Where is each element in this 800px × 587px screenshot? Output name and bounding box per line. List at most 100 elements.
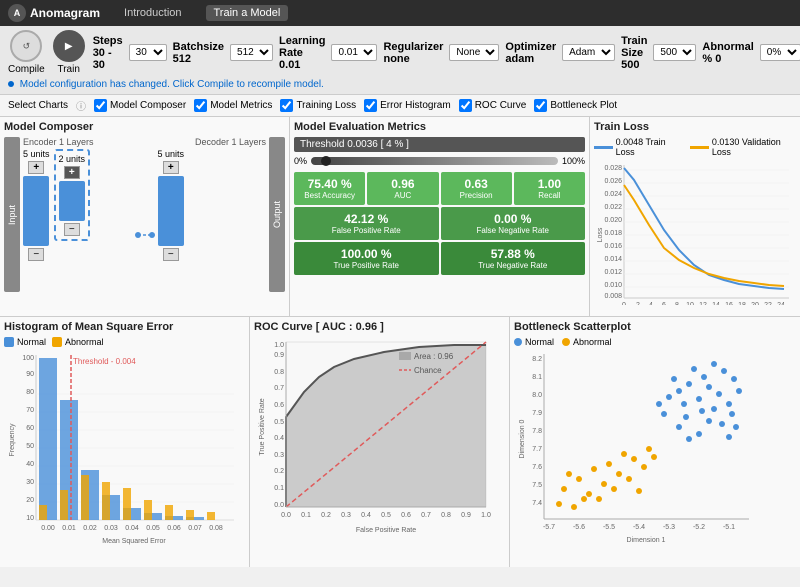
- train-button[interactable]: ▶: [53, 30, 85, 62]
- select-charts-label: Select Charts: [8, 100, 68, 111]
- controls-bar: ↺ Compile ▶ Train Steps 30 - 30 30 Batch…: [0, 26, 800, 95]
- fpr-label: False Positive Rate: [296, 226, 437, 235]
- svg-text:0.016: 0.016: [604, 243, 622, 250]
- decoder-remove-btn[interactable]: −: [163, 248, 179, 261]
- compile-button[interactable]: ↺: [10, 30, 42, 62]
- precision-label: Precision: [443, 191, 510, 200]
- layer2-remove-btn[interactable]: −: [64, 223, 80, 236]
- svg-text:100: 100: [22, 355, 34, 362]
- svg-text:24: 24: [777, 302, 785, 305]
- train-label: Train: [57, 64, 79, 75]
- svg-text:True Positive Rate: True Positive Rate: [259, 398, 266, 455]
- train-size-select[interactable]: 500: [653, 44, 696, 61]
- svg-text:0.2: 0.2: [274, 468, 284, 475]
- svg-text:0.02: 0.02: [83, 525, 97, 532]
- svg-text:70: 70: [26, 407, 34, 414]
- train-loss-title: Train Loss: [594, 121, 796, 133]
- input-label: Input: [4, 137, 20, 292]
- train-loss-chart: 0.028 0.026 0.024 0.022 0.020 0.018 0.01…: [594, 160, 789, 305]
- compile-btn-area: ↺ Compile: [8, 30, 45, 75]
- reg-select[interactable]: None: [449, 44, 499, 61]
- svg-text:6: 6: [662, 302, 666, 305]
- svg-text:0.5: 0.5: [274, 419, 284, 426]
- svg-text:8: 8: [675, 302, 679, 305]
- best-accuracy-cell: 75.40 % Best Accuracy: [294, 172, 365, 205]
- tpr-cell: 100.00 % True Positive Rate: [294, 242, 439, 275]
- svg-text:0.6: 0.6: [274, 402, 284, 409]
- svg-text:4: 4: [649, 302, 653, 305]
- steps-select[interactable]: 30: [129, 44, 167, 61]
- svg-text:0.014: 0.014: [604, 256, 622, 263]
- svg-text:8.2: 8.2: [532, 356, 542, 363]
- checkbox-training-loss[interactable]: Training Loss: [280, 99, 356, 112]
- layer2-add-btn[interactable]: +: [64, 166, 80, 179]
- warning-message: Model configuration has changed. Click C…: [8, 79, 792, 90]
- svg-text:0.1: 0.1: [301, 512, 311, 519]
- checkbox-model-metrics[interactable]: Model Metrics: [194, 99, 272, 112]
- panel-train-loss: Train Loss 0.0048 Train Loss 0.0130 Vali…: [590, 117, 800, 316]
- reg-label: Regularizer none: [383, 41, 443, 65]
- connector: [135, 137, 155, 292]
- top-panels-row: Model Composer Input Encoder 1 Layers 5 …: [0, 117, 800, 317]
- svg-text:30: 30: [26, 479, 34, 486]
- batchsize-select[interactable]: 512: [230, 44, 273, 61]
- layer2-units: 2 units: [59, 154, 86, 164]
- train-btn-area: ▶ Train: [53, 30, 85, 75]
- layer1-add-btn[interactable]: +: [28, 161, 44, 174]
- svg-text:Mean Squared Error: Mean Squared Error: [102, 538, 166, 545]
- optimizer-select[interactable]: Adam: [562, 44, 615, 61]
- layer1-remove-btn[interactable]: −: [28, 248, 44, 261]
- encoder-area: Encoder 1 Layers 5 units + − 2 units: [23, 137, 132, 292]
- svg-text:0.3: 0.3: [274, 452, 284, 459]
- best-accuracy-val: 75.40 %: [296, 177, 363, 191]
- svg-text:-5.4: -5.4: [633, 524, 645, 531]
- svg-text:0.06: 0.06: [167, 525, 181, 532]
- decoder-add-btn[interactable]: +: [163, 161, 179, 174]
- tnr-cell: 57.88 % True Negative Rate: [441, 242, 586, 275]
- checkbox-bottleneck-plot[interactable]: Bottleneck Plot: [534, 99, 617, 112]
- main-content: Model Composer Input Encoder 1 Layers 5 …: [0, 117, 800, 587]
- abnormal-select[interactable]: 0%: [760, 44, 800, 61]
- svg-text:0.010: 0.010: [604, 282, 622, 289]
- svg-text:2: 2: [636, 302, 640, 305]
- svg-text:0.04: 0.04: [125, 525, 139, 532]
- checkbox-roc-curve[interactable]: ROC Curve: [459, 99, 527, 112]
- fnr-val: 0.00 %: [443, 212, 584, 226]
- svg-text:0.4: 0.4: [274, 435, 284, 442]
- svg-text:7.4: 7.4: [532, 500, 542, 507]
- svg-text:10: 10: [26, 515, 34, 522]
- decoder-layer-block: [158, 176, 184, 246]
- svg-text:-5.1: -5.1: [723, 524, 735, 531]
- encoder-layer-1: 5 units + −: [23, 149, 50, 261]
- controls-top: ↺ Compile ▶ Train Steps 30 - 30 30 Batch…: [8, 30, 792, 75]
- svg-text:22: 22: [764, 302, 772, 305]
- lr-select[interactable]: 0.01: [331, 44, 377, 61]
- svg-text:7.5: 7.5: [532, 482, 542, 489]
- svg-text:0.07: 0.07: [188, 525, 202, 532]
- batchsize-label: Batchsize 512: [173, 41, 224, 65]
- svg-text:0.9: 0.9: [274, 352, 284, 359]
- precision-cell: 0.63 Precision: [441, 172, 512, 205]
- threshold-slider[interactable]: [311, 157, 558, 165]
- svg-text:16: 16: [725, 302, 733, 305]
- nav-train-model[interactable]: Train a Model: [206, 5, 289, 21]
- panel-roc: ROC Curve [ AUC : 0.96 ] 0.0 0.1 0: [250, 317, 510, 567]
- nav-introduction[interactable]: Introduction: [116, 5, 189, 21]
- logo-icon: A: [8, 4, 26, 22]
- decoder-label: Decoder 1 Layers: [195, 137, 266, 147]
- checkbox-error-histogram[interactable]: Error Histogram: [364, 99, 451, 112]
- fnr-cell: 0.00 % False Negative Rate: [441, 207, 586, 240]
- svg-text:-5.5: -5.5: [603, 524, 615, 531]
- svg-text:-5.3: -5.3: [663, 524, 675, 531]
- slider-right-label: 100%: [562, 156, 585, 166]
- svg-text:0.018: 0.018: [604, 230, 622, 237]
- svg-text:0.024: 0.024: [604, 191, 622, 198]
- output-label: Output: [269, 137, 285, 292]
- histogram-legend: Normal Abnormal: [4, 337, 245, 347]
- top-nav: A Anomagram Introduction Train a Model: [0, 0, 800, 26]
- encoder-layer-2-dashed: 2 units + −: [54, 149, 91, 241]
- checkbox-model-composer[interactable]: Model Composer: [94, 99, 186, 112]
- svg-text:Frequency: Frequency: [9, 423, 16, 457]
- info-icon: ⓘ: [76, 98, 86, 113]
- svg-text:1.0: 1.0: [274, 342, 284, 349]
